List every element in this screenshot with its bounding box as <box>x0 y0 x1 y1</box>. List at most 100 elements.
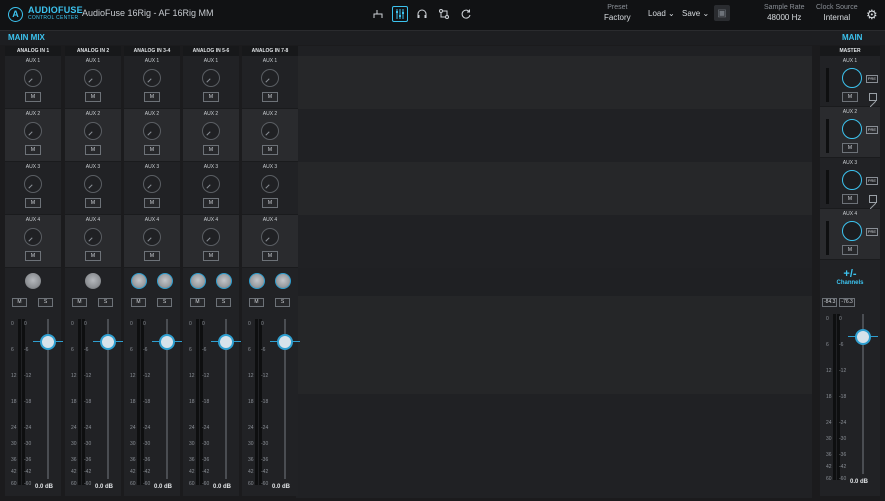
mute-button[interactable]: M <box>12 298 27 307</box>
aux-master-mute-button[interactable]: M <box>842 143 858 153</box>
aux-send-knob[interactable] <box>143 69 161 87</box>
device-name[interactable]: AudioFuse 16Rig - AF 16Rig MM <box>82 8 214 18</box>
aux-master-knob[interactable] <box>842 221 862 241</box>
loop-icon[interactable] <box>458 6 474 22</box>
aux-send-knob[interactable] <box>24 122 42 140</box>
aux-send-knob[interactable] <box>202 69 220 87</box>
mute-button[interactable]: M <box>190 298 205 307</box>
aux-master-mute-button[interactable]: M <box>842 245 858 255</box>
fader-value[interactable]: 0.0 dB <box>95 484 113 490</box>
scale-tick: -36 <box>839 452 847 458</box>
mute-button[interactable]: M <box>72 298 87 307</box>
aux-send-knob[interactable] <box>24 175 42 193</box>
aux-master-knob[interactable] <box>842 170 862 190</box>
fader-handle[interactable] <box>218 334 234 350</box>
pan-knob-right[interactable] <box>216 273 232 289</box>
aux-send-knob[interactable] <box>24 228 42 246</box>
aux-master-mute-button[interactable]: M <box>842 92 858 102</box>
mute-button[interactable]: M <box>249 298 264 307</box>
aux-mute-button[interactable]: M <box>85 251 101 261</box>
pre-button[interactable]: PRE <box>866 177 878 185</box>
input-icon[interactable] <box>370 6 386 22</box>
aux-send-knob[interactable] <box>84 122 102 140</box>
channels-toggle[interactable]: +/- Channels <box>820 268 880 290</box>
aux-mute-button[interactable]: M <box>85 198 101 208</box>
aux-mute-button[interactable]: M <box>203 92 219 102</box>
aux-master-mute-button[interactable]: M <box>842 194 858 204</box>
aux-mute-button[interactable]: M <box>203 251 219 261</box>
aux-send-knob[interactable] <box>261 228 279 246</box>
solo-button[interactable]: S <box>157 298 172 307</box>
solo-button[interactable]: S <box>216 298 231 307</box>
aux-send-knob[interactable] <box>261 175 279 193</box>
fader-value[interactable]: 0.0 dB <box>154 484 172 490</box>
aux-send-knob[interactable] <box>202 122 220 140</box>
aux-mute-button[interactable]: M <box>144 198 160 208</box>
gear-icon[interactable]: ⚙ <box>866 7 878 23</box>
aux-mute-button[interactable]: M <box>144 145 160 155</box>
aux-mute-button[interactable]: M <box>85 92 101 102</box>
aux-mute-button[interactable]: M <box>262 145 278 155</box>
load-button[interactable]: Load ⌄ <box>648 9 675 18</box>
aux-mute-button[interactable]: M <box>203 198 219 208</box>
aux-label: AUX 2 <box>144 111 160 117</box>
link-icon[interactable] <box>869 93 877 108</box>
aux-mute-button[interactable]: M <box>25 92 41 102</box>
routing-icon[interactable] <box>436 6 452 22</box>
aux-mute-button[interactable]: M <box>25 145 41 155</box>
pre-button[interactable]: PRE <box>866 75 878 83</box>
pan-knob-right[interactable] <box>275 273 291 289</box>
fader-value[interactable]: 0.0 dB <box>850 479 868 485</box>
pre-button[interactable]: PRE <box>866 126 878 134</box>
mute-button[interactable]: M <box>131 298 146 307</box>
fader-handle[interactable] <box>100 334 116 350</box>
aux-send-knob[interactable] <box>24 69 42 87</box>
solo-button[interactable]: S <box>98 298 113 307</box>
solo-button[interactable]: S <box>275 298 290 307</box>
aux-mute-button[interactable]: M <box>25 198 41 208</box>
aux-mute-button[interactable]: M <box>262 92 278 102</box>
aux-send-knob[interactable] <box>143 175 161 193</box>
aux-master-knob[interactable] <box>842 68 862 88</box>
aux-send-knob[interactable] <box>202 228 220 246</box>
aux-mute-button[interactable]: M <box>262 251 278 261</box>
sample-rate-display[interactable]: Sample Rate 48000 Hz <box>764 3 804 23</box>
aux-mute-button[interactable]: M <box>85 145 101 155</box>
fader-value[interactable]: 0.0 dB <box>272 484 290 490</box>
pan-knob-left[interactable] <box>190 273 206 289</box>
fader-handle[interactable] <box>855 329 871 345</box>
solo-button[interactable]: S <box>38 298 53 307</box>
headphones-icon[interactable] <box>414 6 430 22</box>
mixer-icon[interactable] <box>392 6 408 22</box>
fader-value[interactable]: 0.0 dB <box>35 484 53 490</box>
fader-handle[interactable] <box>159 334 175 350</box>
fader-handle[interactable] <box>277 334 293 350</box>
aux-master-knob[interactable] <box>842 119 862 139</box>
store-icon[interactable]: ▣ <box>714 5 730 21</box>
fader-handle[interactable] <box>40 334 56 350</box>
aux-send-knob[interactable] <box>143 228 161 246</box>
clock-source-display[interactable]: Clock Source Internal <box>816 3 858 23</box>
scale-tick: -24 <box>839 420 847 426</box>
aux-send-knob[interactable] <box>202 175 220 193</box>
pan-knob[interactable] <box>25 273 41 289</box>
fader-value[interactable]: 0.0 dB <box>213 484 231 490</box>
aux-send-knob[interactable] <box>143 122 161 140</box>
aux-send-knob[interactable] <box>84 228 102 246</box>
save-button[interactable]: Save ⌄ <box>682 9 709 18</box>
aux-send-knob[interactable] <box>84 69 102 87</box>
aux-mute-button[interactable]: M <box>144 251 160 261</box>
pre-button[interactable]: PRE <box>866 228 878 236</box>
link-icon[interactable] <box>869 195 877 210</box>
aux-mute-button[interactable]: M <box>25 251 41 261</box>
aux-send-knob[interactable] <box>261 122 279 140</box>
pan-knob-left[interactable] <box>249 273 265 289</box>
aux-send-knob[interactable] <box>261 69 279 87</box>
aux-mute-button[interactable]: M <box>262 198 278 208</box>
pan-knob-left[interactable] <box>131 273 147 289</box>
aux-send-knob[interactable] <box>84 175 102 193</box>
pan-knob-right[interactable] <box>157 273 173 289</box>
pan-knob[interactable] <box>85 273 101 289</box>
aux-mute-button[interactable]: M <box>144 92 160 102</box>
aux-mute-button[interactable]: M <box>203 145 219 155</box>
